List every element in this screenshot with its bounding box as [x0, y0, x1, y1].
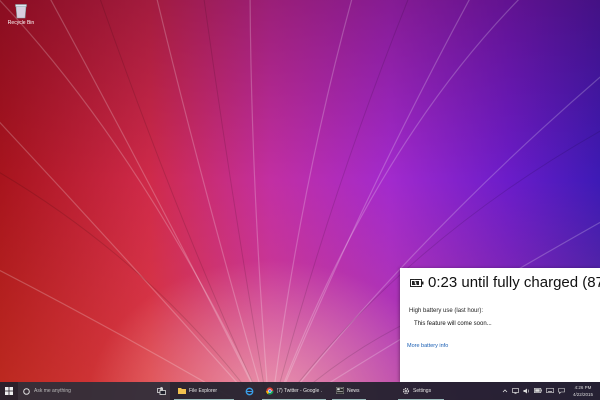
recycle-bin-label: Recycle Bin: [7, 20, 35, 26]
recycle-bin[interactable]: Recycle Bin: [4, 3, 38, 26]
taskbar: Ask me anything File Explorer (7) Twitte…: [0, 382, 600, 400]
start-button[interactable]: [0, 382, 18, 400]
charge-status: 0:23 until fully charged (87%): [428, 274, 600, 291]
taskbar-app-settings[interactable]: Settings: [398, 382, 444, 400]
internet-explorer-icon: [245, 387, 253, 395]
news-label: News: [347, 387, 360, 394]
notifications-icon[interactable]: [558, 388, 565, 394]
recycle-bin-icon: [15, 4, 27, 19]
neowin-logo-icon: [492, 362, 512, 382]
taskbar-app-file-explorer[interactable]: File Explorer: [174, 382, 234, 400]
speaker-icon[interactable]: [523, 388, 530, 394]
taskbar-app-internet-explorer[interactable]: [242, 382, 256, 400]
task-view-button[interactable]: [154, 382, 168, 400]
neowin-watermark: Neowin: [492, 361, 572, 383]
watermark-text: Neowin: [515, 362, 572, 381]
news-icon: [336, 387, 344, 394]
cortana-icon: [23, 387, 30, 395]
taskbar-app-news[interactable]: News: [332, 382, 366, 400]
settings-label: Settings: [413, 387, 432, 394]
search-placeholder: Ask me anything: [34, 388, 71, 394]
feature-message: This feature will come soon...: [414, 321, 492, 327]
folder-icon: [178, 388, 186, 394]
more-battery-info-link[interactable]: More battery info: [407, 343, 448, 349]
battery-charging-icon: [410, 279, 424, 287]
search-box[interactable]: Ask me anything: [18, 382, 170, 400]
chrome-window-title: (7) Twitter - Google ...: [276, 387, 322, 394]
clock[interactable]: 4:26 PM 4/22/2015: [570, 384, 596, 398]
battery-icon[interactable]: [534, 388, 542, 393]
taskbar-app-chrome[interactable]: (7) Twitter - Google ...: [262, 382, 326, 400]
clock-time: 4:26 PM: [574, 385, 592, 390]
keyboard-icon[interactable]: [546, 388, 554, 393]
high-battery-use-title: High battery use (last hour):: [409, 308, 484, 314]
file-explorer-label: File Explorer: [189, 387, 218, 394]
system-tray: 4:26 PM 4/22/2015: [500, 382, 600, 400]
windows-logo-icon: [5, 387, 13, 395]
clock-date: 4/22/2015: [572, 392, 594, 397]
gear-icon: [402, 387, 410, 394]
task-view-icon: [156, 387, 166, 395]
chrome-icon: [266, 386, 274, 395]
network-icon[interactable]: [512, 388, 519, 394]
chevron-up-icon[interactable]: [502, 388, 508, 394]
